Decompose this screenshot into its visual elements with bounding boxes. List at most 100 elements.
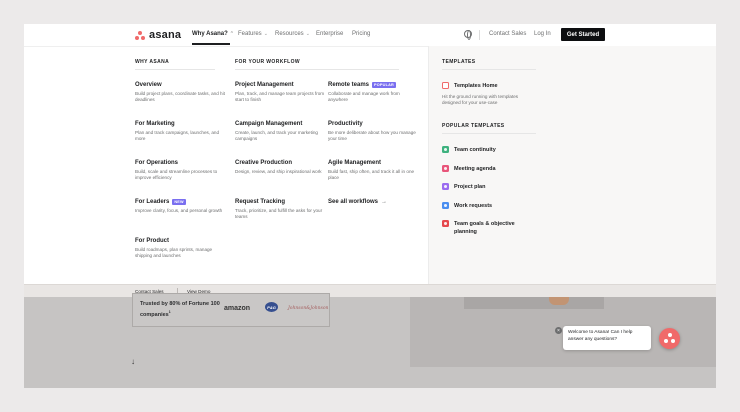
nav-features-label: Features xyxy=(238,31,262,37)
menu-item-see-all-workflows[interactable]: See all workflows → xyxy=(328,199,418,205)
plan-icon xyxy=(442,183,449,190)
menu-item-for-operations[interactable]: For Operations Build, scale and streamli… xyxy=(135,160,225,181)
menu-item-title: Project Management xyxy=(235,82,294,88)
nav-resources[interactable]: Resources ⌄ xyxy=(275,31,310,37)
menu-item-remote-teams[interactable]: Remote teams POPULAR Collaborate and man… xyxy=(328,82,418,103)
goal-icon xyxy=(442,220,449,227)
template-label: Team continuity xyxy=(454,146,496,153)
divider xyxy=(442,69,536,70)
menu-item-creative-production[interactable]: Creative Production Design, review, and … xyxy=(235,160,325,175)
new-badge: NEW xyxy=(172,199,186,205)
menu-item-desc: Build fast, ship often, and track it all… xyxy=(328,169,415,180)
nav-pricing-label: Pricing xyxy=(352,31,371,37)
chat-logo-dot xyxy=(667,333,672,337)
hero-photo-accent xyxy=(549,297,569,305)
menu-item-desc: Build, scale and streamline processes to… xyxy=(135,169,218,180)
template-project-plan[interactable]: Project plan xyxy=(442,183,485,190)
nav-why-asana-label: Why Asana? xyxy=(192,31,228,37)
chat-message[interactable]: Welcome to Asana! Can I help answer any … xyxy=(563,326,651,350)
menu-item-title: Remote teams xyxy=(328,82,370,88)
templates-home-link[interactable]: Templates Home xyxy=(442,82,498,89)
arrow-right-icon: → xyxy=(381,199,388,205)
menu-item-project-management[interactable]: Project Management Plan, track, and mana… xyxy=(235,82,325,103)
chat-logo-dot xyxy=(671,339,675,343)
menu-item-desc: Create, launch, and track your marketing… xyxy=(235,130,318,141)
templates-home-desc: Hit the ground running with templates de… xyxy=(442,94,519,105)
menu-item-title: For Operations xyxy=(135,160,179,166)
template-label: Meeting agenda xyxy=(454,165,496,172)
menu-item-desc: Plan, track, and manage team projects fr… xyxy=(235,91,325,102)
template-team-continuity[interactable]: Team continuity xyxy=(442,146,496,153)
menu-item-title: For Product xyxy=(135,238,169,244)
menu-item-title-row: See all workflows → xyxy=(328,199,418,205)
request-icon xyxy=(442,202,449,209)
menu-item-desc: Collaborate and manage work from anywher… xyxy=(328,91,400,102)
nav-resources-label: Resources xyxy=(275,31,304,37)
menu-item-desc: Track, prioritize, and fulfill the asks … xyxy=(235,208,323,219)
template-work-requests[interactable]: Work requests xyxy=(442,202,492,209)
nav-contact-sales[interactable]: Contact Sales xyxy=(489,31,526,37)
brand-name: asana xyxy=(149,29,182,41)
menu-item-desc: Build project plans, coordinate tasks, a… xyxy=(135,91,225,102)
team-icon xyxy=(442,146,449,153)
menu-item-desc: Be more deliberate about how you manage … xyxy=(328,130,416,141)
why-asana-heading: WHY ASANA xyxy=(135,59,170,65)
template-label: Team goals & objective planning xyxy=(454,221,515,235)
divider xyxy=(135,69,215,70)
templates-home-title: Templates Home xyxy=(454,82,498,89)
globe-icon[interactable] xyxy=(464,30,472,40)
template-meeting-agenda[interactable]: Meeting agenda xyxy=(442,165,496,172)
nav-login[interactable]: Log In xyxy=(534,31,551,37)
menu-item-campaign-management[interactable]: Campaign Management Create, launch, and … xyxy=(235,121,325,142)
menu-item-title: See all workflows xyxy=(328,199,379,205)
menu-item-title: Creative Production xyxy=(235,160,293,166)
menu-item-title: Campaign Management xyxy=(235,121,303,127)
nav-features[interactable]: Features ⌄ xyxy=(238,31,268,37)
chat-launcher-button[interactable] xyxy=(659,328,680,349)
template-team-goals[interactable]: Team goals & objective planning xyxy=(442,220,522,236)
template-label: Project plan xyxy=(454,183,486,190)
menu-item-desc: Improve clarity, focus, and personal gro… xyxy=(135,208,223,213)
trusted-label: Trusted by 80% of Fortune 100 companies xyxy=(140,301,220,318)
menu-item-title-row: For Leaders NEW xyxy=(135,199,225,205)
popular-badge: POPULAR xyxy=(372,82,396,88)
menu-item-for-leaders[interactable]: For Leaders NEW Improve clarity, focus, … xyxy=(135,199,225,214)
jnj-logo: Johnson&Johnson xyxy=(288,306,329,311)
menu-item-productivity[interactable]: Productivity Be more deliberate about ho… xyxy=(328,121,418,142)
menu-item-title: Overview xyxy=(135,82,162,88)
nav-why-asana[interactable]: Why Asana? ⌃ xyxy=(192,31,234,37)
popular-templates-heading: POPULAR TEMPLATES xyxy=(442,123,505,129)
get-started-button[interactable]: Get Started xyxy=(561,28,605,41)
calendar-icon xyxy=(442,165,449,172)
nav-enterprise[interactable]: Enterprise xyxy=(316,31,343,37)
template-label: Work requests xyxy=(454,202,493,209)
pg-logo: P&G xyxy=(265,302,278,312)
amazon-logo: amazon xyxy=(224,305,251,312)
workflow-heading: FOR YOUR WORKFLOW xyxy=(235,59,301,65)
hero-photo-detail xyxy=(464,297,604,309)
menu-item-title: Request Tracking xyxy=(235,199,286,205)
top-nav: asana Why Asana? ⌃ Features ⌄ Resources … xyxy=(24,24,716,46)
nav-enterprise-label: Enterprise xyxy=(316,31,344,37)
menu-footer-strip: Contact Sales View Demo xyxy=(24,284,716,297)
menu-item-for-marketing[interactable]: For Marketing Plan and track campaigns, … xyxy=(135,121,225,142)
menu-item-desc: Build roadmaps, plan sprints, manage shi… xyxy=(135,247,213,258)
close-icon[interactable]: × xyxy=(555,327,562,334)
menu-item-title: Productivity xyxy=(328,121,363,127)
menu-item-title: For Marketing xyxy=(135,121,175,127)
menu-item-desc: Design, review, and ship inspirational w… xyxy=(235,169,322,174)
menu-item-request-tracking[interactable]: Request Tracking Track, prioritize, and … xyxy=(235,199,325,220)
chat-logo-dot xyxy=(664,339,668,343)
menu-item-for-product[interactable]: For Product Build roadmaps, plan sprints… xyxy=(135,238,225,259)
menu-item-title: For Leaders xyxy=(135,199,170,205)
templates-heading: TEMPLATES xyxy=(442,59,476,65)
menu-item-agile-management[interactable]: Agile Management Build fast, ship often,… xyxy=(328,160,418,181)
asana-logo[interactable]: asana xyxy=(135,29,181,41)
chevron-up-icon: ⌃ xyxy=(229,31,234,37)
menu-item-title: Agile Management xyxy=(328,160,382,166)
menu-item-overview[interactable]: Overview Build project plans, coordinate… xyxy=(135,82,225,103)
nav-pricing[interactable]: Pricing xyxy=(352,31,370,37)
arrow-down-icon[interactable]: ↓ xyxy=(131,357,135,366)
nav-active-indicator xyxy=(192,43,230,45)
asana-logo-icon xyxy=(135,30,145,40)
